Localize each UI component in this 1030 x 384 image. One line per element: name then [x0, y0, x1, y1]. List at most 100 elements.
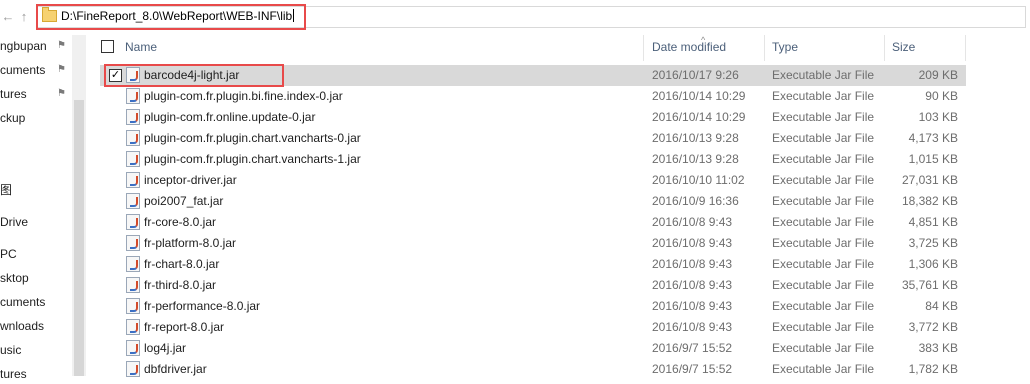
- file-type: Executable Jar File: [772, 320, 875, 334]
- file-type: Executable Jar File: [772, 278, 875, 292]
- nav-item[interactable]: cuments: [0, 292, 45, 312]
- file-size: 35,761 KB: [901, 278, 958, 292]
- pin-icon[interactable]: ⚑: [57, 65, 67, 75]
- file-size: 1,306 KB: [908, 257, 958, 271]
- file-row[interactable]: plugin-com.fr.online.update-0.jar 2016/10…: [100, 107, 966, 128]
- file-date: 2016/10/8 9:43: [652, 257, 733, 271]
- column-divider[interactable]: [965, 35, 966, 61]
- nav-item[interactable]: wnloads: [0, 316, 44, 336]
- file-row[interactable]: fr-chart-8.0.jar 2016/10/8 9:43 Executable…: [100, 254, 966, 275]
- file-type: Executable Jar File: [772, 110, 875, 124]
- back-arrow-icon[interactable]: ←: [0, 7, 16, 27]
- pin-icon[interactable]: ⚑: [57, 89, 67, 99]
- file-size: 383 KB: [918, 341, 958, 355]
- file-row[interactable]: fr-performance-8.0.jar 2016/10/8 9:43 Exec…: [100, 296, 966, 317]
- column-divider[interactable]: [643, 35, 644, 61]
- file-type: Executable Jar File: [772, 131, 875, 145]
- file-row[interactable]: plugin-com.fr.plugin.chart.vancharts-0.j…: [100, 128, 966, 149]
- jar-file-icon: [126, 193, 140, 209]
- file-highlight-box: [104, 64, 284, 87]
- column-date-header[interactable]: Date modified: [652, 35, 726, 60]
- jar-file-icon: [126, 298, 140, 314]
- file-size: 209 KB: [918, 68, 958, 82]
- jar-file-icon: [126, 130, 140, 146]
- file-name: log4j.jar: [144, 341, 187, 355]
- file-row[interactable]: fr-platform-8.0.jar 2016/10/8 9:43 Executa…: [100, 233, 966, 254]
- file-size: 27,031 KB: [901, 173, 958, 187]
- jar-file-icon: [126, 361, 140, 377]
- column-header: Name Date modified Type Size: [86, 35, 966, 61]
- nav-item[interactable]: Drive: [0, 212, 28, 232]
- up-arrow-icon[interactable]: ↑: [16, 7, 32, 27]
- file-type: Executable Jar File: [772, 257, 875, 271]
- file-name: poi2007_fat.jar: [144, 194, 224, 208]
- file-row[interactable]: plugin-com.fr.plugin.chart.vancharts-1.j…: [100, 149, 966, 170]
- file-size: 1,782 KB: [908, 362, 958, 376]
- file-size: 103 KB: [918, 110, 958, 124]
- nav-item[interactable]: usic: [0, 340, 21, 360]
- file-row[interactable]: plugin-com.fr.plugin.bi.fine.index-0.jar…: [100, 86, 966, 107]
- nav-item[interactable]: PC: [0, 244, 17, 264]
- column-size-header[interactable]: Size: [892, 35, 915, 60]
- file-size: 4,173 KB: [908, 131, 958, 145]
- file-date: 2016/10/8 9:43: [652, 278, 733, 292]
- column-type-header[interactable]: Type: [772, 35, 798, 60]
- file-date: 2016/9/7 15:52: [652, 341, 733, 355]
- file-name: fr-third-8.0.jar: [144, 278, 217, 292]
- file-name: fr-report-8.0.jar: [144, 320, 225, 334]
- file-date: 2016/10/17 9:26: [652, 68, 739, 82]
- file-type: Executable Jar File: [772, 236, 875, 250]
- file-name: dbfdriver.jar: [144, 362, 207, 376]
- file-date: 2016/10/8 9:43: [652, 299, 733, 313]
- jar-file-icon: [126, 277, 140, 293]
- jar-file-icon: [126, 235, 140, 251]
- column-name-header[interactable]: Name: [125, 35, 157, 60]
- nav-item[interactable]: cuments: [0, 60, 45, 80]
- file-date: 2016/10/14 10:29: [652, 89, 746, 103]
- file-size: 90 KB: [925, 89, 958, 103]
- nav-item[interactable]: 图: [0, 180, 12, 200]
- pin-icon[interactable]: ⚑: [57, 41, 67, 51]
- address-highlight-box: [36, 4, 306, 30]
- file-size: 3,725 KB: [908, 236, 958, 250]
- file-size: 3,772 KB: [908, 320, 958, 334]
- file-row[interactable]: log4j.jar 2016/9/7 15:52 Executable Jar Fi…: [100, 338, 966, 359]
- file-type: Executable Jar File: [772, 299, 875, 313]
- jar-file-icon: [126, 88, 140, 104]
- file-name: fr-performance-8.0.jar: [144, 299, 261, 313]
- file-size: 84 KB: [925, 299, 958, 313]
- nav-item[interactable]: tures: [0, 84, 27, 104]
- jar-file-icon: [126, 109, 140, 125]
- column-divider[interactable]: [764, 35, 765, 61]
- file-date: 2016/10/13 9:28: [652, 152, 739, 166]
- file-type: Executable Jar File: [772, 215, 875, 229]
- address-row: ← ↑ D:\FineReport_8.0\WebReport\WEB-INF\…: [0, 0, 1030, 35]
- file-date: 2016/10/8 9:43: [652, 215, 733, 229]
- nav-item[interactable]: ckup: [0, 108, 25, 128]
- file-row[interactable]: fr-core-8.0.jar 2016/10/8 9:43 Executable …: [100, 212, 966, 233]
- file-type: Executable Jar File: [772, 194, 875, 208]
- select-all-checkbox[interactable]: [101, 40, 114, 53]
- jar-file-icon: [126, 319, 140, 335]
- jar-file-icon: [126, 172, 140, 188]
- file-date: 2016/9/7 15:52: [652, 362, 733, 376]
- jar-file-icon: [126, 256, 140, 272]
- file-date: 2016/10/9 16:36: [652, 194, 739, 208]
- jar-file-icon: [126, 151, 140, 167]
- column-divider[interactable]: [884, 35, 885, 61]
- file-row[interactable]: poi2007_fat.jar 2016/10/9 16:36 Executable…: [100, 191, 966, 212]
- sort-caret-icon: ^: [701, 35, 706, 45]
- nav-item[interactable]: sktop: [0, 268, 29, 288]
- nav-item[interactable]: ngbupan: [0, 36, 47, 56]
- file-row[interactable]: fr-third-8.0.jar 2016/10/8 9:43 Executable…: [100, 275, 966, 296]
- file-row[interactable]: inceptor-driver.jar 2016/10/10 11:02 Execu…: [100, 170, 966, 191]
- file-row[interactable]: dbfdriver.jar 2016/9/7 15:52 Executable Ja…: [100, 359, 966, 380]
- file-name: plugin-com.fr.plugin.chart.vancharts-0.j…: [144, 131, 361, 145]
- file-row[interactable]: fr-report-8.0.jar 2016/10/8 9:43 Executabl…: [100, 317, 966, 338]
- file-date: 2016/10/10 11:02: [652, 173, 745, 187]
- file-type: Executable Jar File: [772, 89, 875, 103]
- nav-item[interactable]: tures: [0, 364, 27, 384]
- file-date: 2016/10/8 9:43: [652, 236, 733, 250]
- file-name: fr-platform-8.0.jar: [144, 236, 237, 250]
- nav-scrollbar-thumb[interactable]: [74, 100, 84, 376]
